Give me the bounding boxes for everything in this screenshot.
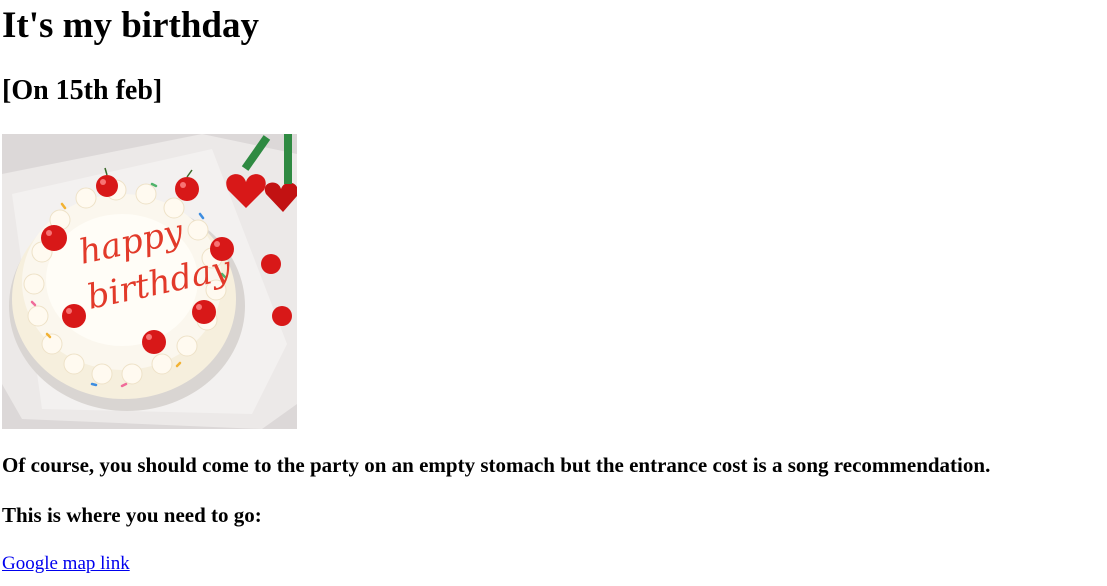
directions-paragraph: This is where you need to go: — [2, 503, 262, 527]
google-map-link[interactable]: Google map link — [2, 552, 130, 576]
page-subtitle-date: [On 15th feb] — [2, 75, 163, 106]
birthday-cake-image: happy birthday — [2, 134, 297, 429]
page-title: It's my birthday — [2, 5, 259, 46]
invite-paragraph: Of course, you should come to the party … — [2, 453, 991, 477]
